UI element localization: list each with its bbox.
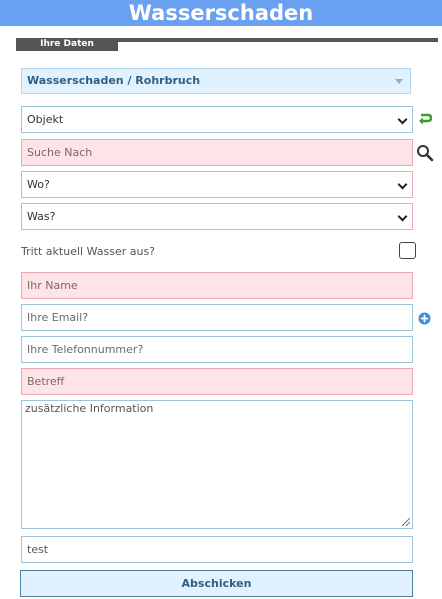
email-field[interactable]: Ihre Email? <box>21 304 413 331</box>
header-banner: Wasserschaden <box>0 0 442 26</box>
name-field-placeholder: Ihr Name <box>27 279 78 292</box>
objekt-select[interactable]: Objekt <box>21 106 413 133</box>
name-field[interactable]: Ihr Name <box>21 272 413 299</box>
resize-handle-icon[interactable] <box>402 518 410 526</box>
was-select[interactable]: Was? <box>21 203 413 230</box>
was-select-value: Was? <box>27 210 56 223</box>
wo-select-value: Wo? <box>27 178 50 191</box>
subject-field[interactable]: Betreff <box>21 368 413 395</box>
section-tab-ihre-daten: Ihre Daten <box>16 38 118 51</box>
objekt-select-value: Objekt <box>27 113 64 126</box>
submit-button[interactable]: Abschicken <box>20 570 413 597</box>
search-icon[interactable] <box>416 144 434 162</box>
category-select-value: Wasserschaden / Rohrbruch <box>27 74 201 87</box>
additional-info-placeholder: zusätzliche Information <box>25 402 154 415</box>
subject-field-placeholder: Betreff <box>27 375 65 388</box>
email-field-placeholder: Ihre Email? <box>27 311 89 324</box>
add-email-icon[interactable] <box>418 312 431 325</box>
wasser-checkbox[interactable] <box>399 242 416 259</box>
wo-select[interactable]: Wo? <box>21 171 413 198</box>
phone-field-placeholder: Ihre Telefonnummer? <box>27 343 144 356</box>
extra-input[interactable]: test <box>21 536 413 563</box>
undo-icon[interactable] <box>417 111 433 127</box>
category-select[interactable]: Wasserschaden / Rohrbruch <box>21 68 411 94</box>
wasser-question-label: Tritt aktuell Wasser aus? <box>21 245 156 258</box>
extra-input-value: test <box>27 543 49 556</box>
additional-info-textarea[interactable]: zusätzliche Information <box>21 400 413 529</box>
dropdown-arrow-icon <box>395 79 403 84</box>
search-input-placeholder: Suche Nach <box>27 146 93 159</box>
phone-field[interactable]: Ihre Telefonnummer? <box>21 336 413 363</box>
page-title: Wasserschaden <box>128 1 314 25</box>
search-input[interactable]: Suche Nach <box>21 139 413 166</box>
